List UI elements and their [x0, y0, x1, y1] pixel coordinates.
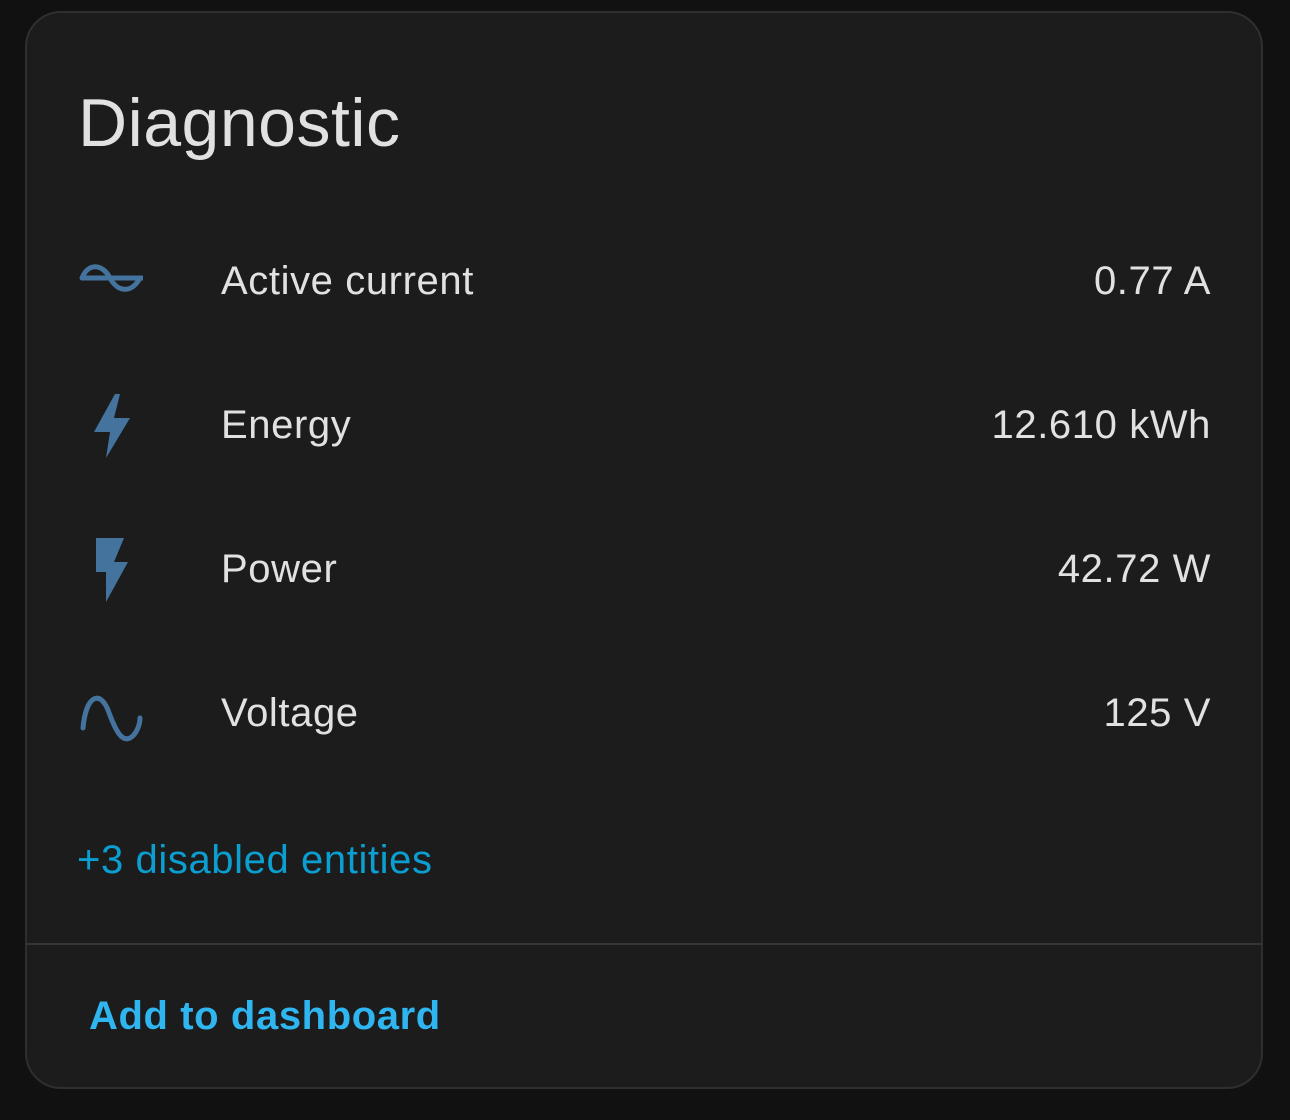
entity-value: 125 V [1103, 691, 1211, 735]
entity-row-voltage[interactable]: Voltage 125 V [27, 658, 1261, 768]
entity-row-energy[interactable]: Energy 12.610 kWh [27, 370, 1261, 480]
entity-row-power[interactable]: Power 42.72 W [27, 514, 1261, 624]
flash-icon [78, 536, 146, 604]
entity-row-active-current[interactable]: Active current 0.77 A [27, 226, 1261, 336]
entity-name: Voltage [221, 691, 359, 735]
entity-name: Energy [221, 403, 352, 447]
lightning-bolt-icon [78, 392, 146, 460]
card-title: Diagnostic [78, 85, 401, 161]
entity-value: 12.610 kWh [991, 403, 1211, 447]
sine-wave-icon [78, 680, 146, 748]
entity-name: Active current [221, 259, 474, 303]
disabled-entities-link[interactable]: +3 disabled entities [77, 835, 433, 885]
add-to-dashboard-button[interactable]: Add to dashboard [89, 991, 441, 1041]
current-ac-icon [78, 248, 146, 316]
divider [27, 943, 1261, 945]
entity-value: 0.77 A [1093, 259, 1211, 303]
entity-value: 42.72 W [1057, 547, 1211, 591]
entity-name: Power [221, 547, 338, 591]
diagnostic-card: Diagnostic Active current 0.77 A Energy … [25, 11, 1263, 1089]
